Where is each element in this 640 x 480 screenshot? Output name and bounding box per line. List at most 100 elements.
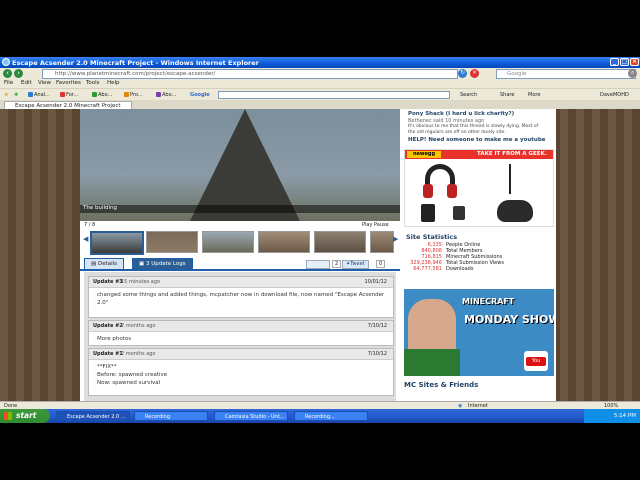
favorite-link[interactable]: Anal... xyxy=(28,92,50,98)
sidebar: Pony Shack (I herd u lick charity?) Beth… xyxy=(400,109,556,409)
advertisement[interactable]: newegg TAKE IT FROM A GEEK. xyxy=(404,149,554,227)
youtube-logo: You Tube xyxy=(524,351,548,373)
taskbar-item-label: Camtasia Studio - Unt... xyxy=(225,414,285,420)
update-number: Update #3 xyxy=(93,279,123,285)
gallery-thumb[interactable] xyxy=(258,231,310,253)
favorite-link-label: Pro... xyxy=(130,92,143,98)
favorite-link[interactable]: Pro... xyxy=(124,92,143,98)
tripod-image xyxy=(509,164,511,194)
minimize-button[interactable]: _ xyxy=(610,58,619,66)
like-count: 2 xyxy=(332,260,342,268)
menu-view[interactable]: View xyxy=(38,80,51,86)
maximize-button[interactable]: □ xyxy=(620,58,629,66)
gallery-thumb[interactable] xyxy=(146,231,198,253)
taskbar-item-label: Recording xyxy=(145,414,171,420)
update-ago: 2 months ago xyxy=(121,351,156,357)
forward-button[interactable]: › xyxy=(14,69,23,78)
browser-tab[interactable]: Escape Acsender 2.0 Minecraft Project xyxy=(4,101,132,109)
clock[interactable]: 5:14 PM xyxy=(614,413,636,419)
page-content: The building 7 / 8 Play Pause ◀ ▶ ▤ Deta… xyxy=(0,109,640,409)
update-body: More photos xyxy=(97,336,132,342)
update-ago: 15 minutes ago xyxy=(121,279,161,285)
ad-logo: newegg xyxy=(407,151,441,158)
taskbar-item[interactable]: Recording xyxy=(134,411,208,421)
taskbar-item[interactable]: Escape Acsender 2.0 ... xyxy=(56,411,130,421)
show-title-line1: MINECRAFT xyxy=(462,297,515,306)
google-toolbar-input[interactable] xyxy=(218,91,450,99)
update-number: Update #1 xyxy=(93,351,123,357)
menu-favorites[interactable]: Favorites xyxy=(56,80,81,86)
taskbar-item[interactable]: Recording... xyxy=(294,411,368,421)
ad-banner: newegg TAKE IT FROM A GEEK. xyxy=(405,150,553,159)
search-icon[interactable]: ⌕ xyxy=(628,69,637,78)
back-button[interactable]: ‹ xyxy=(3,69,12,78)
friends-title: MC Sites & Friends xyxy=(404,381,479,389)
favorite-link-label: Anal... xyxy=(34,92,50,98)
gallery-image[interactable]: The building xyxy=(80,109,400,221)
taskbar-item[interactable]: Camtasia Studio - Unt... xyxy=(214,411,288,421)
update-date: 10/01/12 xyxy=(364,279,387,285)
tab-details-label: Details xyxy=(97,261,118,267)
toolbar-search-button[interactable]: Search xyxy=(460,92,477,98)
search-placeholder: Google xyxy=(507,71,527,77)
stat-number: 64,777,581 xyxy=(413,266,442,272)
monday-show-banner[interactable]: MINECRAFT MONDAY SHOW You Tube xyxy=(404,289,554,376)
update-date: 7/10/12 xyxy=(367,323,387,329)
update-ago: 2 months ago xyxy=(121,323,156,329)
tab-bar: Escape Acsender 2.0 Minecraft Project xyxy=(0,100,640,109)
forum-thread-title[interactable]: Pony Shack (I herd u lick charity?) xyxy=(408,111,514,117)
youtube-label: You Tube xyxy=(526,357,546,373)
menu-help[interactable]: Help xyxy=(107,80,120,86)
tab-details[interactable]: ▤ Details xyxy=(84,258,125,269)
stop-icon[interactable]: × xyxy=(470,69,479,78)
favicon-icon xyxy=(28,92,33,97)
menu-file[interactable]: File xyxy=(4,80,13,86)
window-title-bar[interactable]: Escape Acsender 2.0 Minecraft Project - … xyxy=(0,57,640,68)
favicon-icon xyxy=(60,92,65,97)
menu-tools[interactable]: Tools xyxy=(86,80,100,86)
favorite-link[interactable]: Abo... xyxy=(156,92,176,98)
menu-edit[interactable]: Edit xyxy=(21,80,32,86)
close-button[interactable]: × xyxy=(630,58,639,66)
prev-arrow-icon[interactable]: ◀ xyxy=(83,235,88,243)
toolbar-share-button[interactable]: Share xyxy=(500,92,514,98)
forum-thread-snippet: the old regulars are off on other lovely… xyxy=(408,130,506,135)
gallery-thumb[interactable] xyxy=(90,231,144,255)
add-favorite-icon[interactable]: ✚ xyxy=(14,92,18,98)
favorites-star-icon[interactable]: ★ xyxy=(4,92,8,98)
refresh-icon[interactable]: ↻ xyxy=(458,69,467,78)
toolbar-more-button[interactable]: More xyxy=(528,92,540,98)
gallery-thumb[interactable] xyxy=(314,231,366,253)
taskbar-item-label: Recording... xyxy=(305,414,335,420)
play-pause-control[interactable]: Play Pause xyxy=(362,222,389,228)
ad-slogan: TAKE IT FROM A GEEK. xyxy=(477,151,547,157)
site-statistics-title: Site Statistics xyxy=(406,233,458,241)
tab-update-logs[interactable]: ▣ 3 Update Logs xyxy=(132,258,193,269)
forum-thread-link[interactable]: HELP! Need someone to make me a youtube xyxy=(408,137,546,143)
tweet-button[interactable]: ✦Tweet xyxy=(342,260,369,269)
gallery-thumb[interactable] xyxy=(370,231,394,253)
next-arrow-icon[interactable]: ▶ xyxy=(393,235,398,243)
address-row: ‹ › http://www.planetminecraft.com/proje… xyxy=(0,68,640,79)
update-body: **FIX** Before: spawned creative Now: sp… xyxy=(89,360,393,390)
update-line: Now: spawned survival xyxy=(97,380,161,386)
windows-flag-icon xyxy=(4,412,12,420)
gallery-thumb[interactable] xyxy=(202,231,254,253)
start-button[interactable]: start xyxy=(0,409,50,423)
search-input[interactable]: Google xyxy=(496,69,636,79)
update-entry: Update #2 2 months ago 7/10/12 More phot… xyxy=(88,320,394,346)
like-button[interactable] xyxy=(306,260,330,269)
favorite-link[interactable]: For... xyxy=(60,92,78,98)
update-body: changed some things and added things, mc… xyxy=(97,292,385,306)
tab-update-logs-label: 3 Update Logs xyxy=(145,261,186,267)
favorite-link-label: Abo... xyxy=(162,92,177,98)
favorite-link[interactable]: Abo... xyxy=(92,92,112,98)
gallery-counter: 7 / 8 xyxy=(84,222,96,228)
details-icon: ▤ xyxy=(91,261,98,267)
address-url: http://www.planetminecraft.com/project/e… xyxy=(55,71,216,77)
update-date: 7/10/12 xyxy=(367,351,387,357)
update-entry: Update #1 2 months ago 7/10/12 **FIX** B… xyxy=(88,348,394,396)
update-number: Update #2 xyxy=(93,323,123,329)
toolbar-user[interactable]: DaveMOHD xyxy=(600,92,629,98)
address-bar[interactable]: http://www.planetminecraft.com/project/e… xyxy=(42,69,458,79)
